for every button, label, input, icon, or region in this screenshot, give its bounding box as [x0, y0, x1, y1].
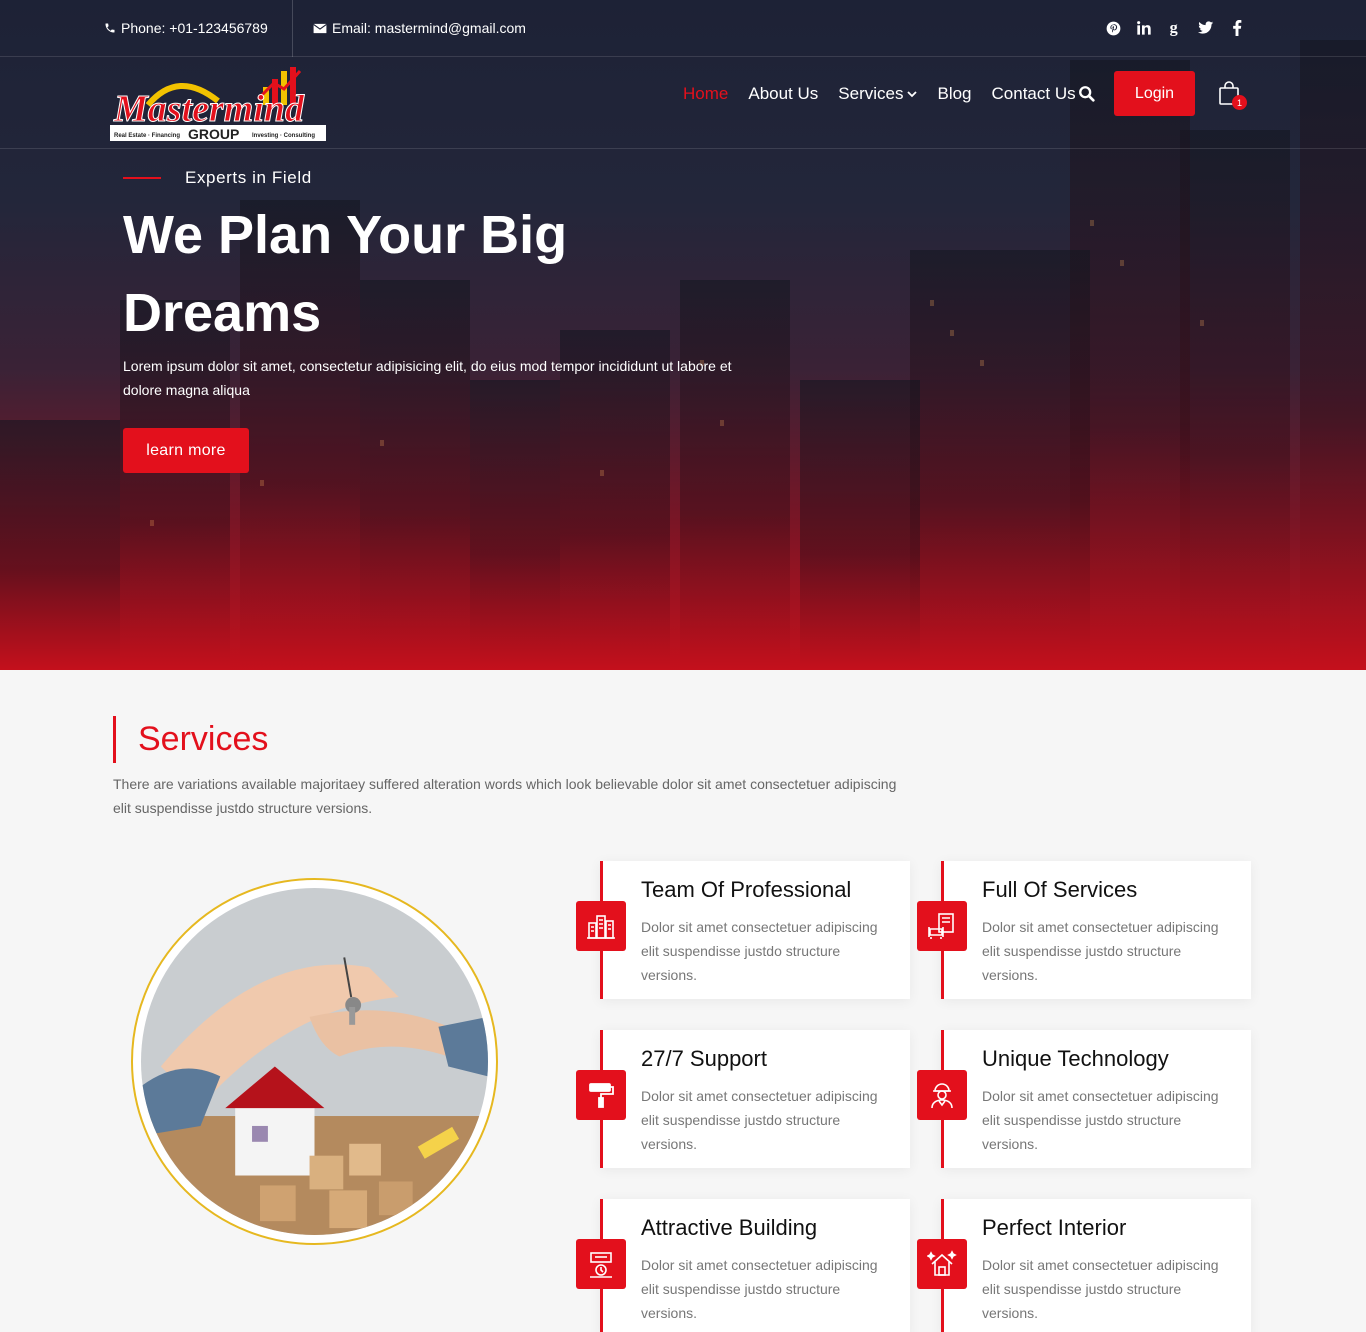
- buildings-icon: [587, 915, 615, 939]
- svg-text:Investing · Consulting: Investing · Consulting: [252, 133, 315, 139]
- service-icon-box: [576, 1239, 626, 1289]
- envelope-icon: [313, 23, 327, 33]
- hero-content: Experts in Field We Plan Your Big Dreams…: [123, 168, 763, 473]
- top-contact-bar: Phone: +01-123456789 Email: mastermind@g…: [0, 0, 1366, 57]
- social-links: g: [1104, 18, 1246, 38]
- nav-blog[interactable]: Blog: [937, 84, 971, 104]
- services-photo-frame: [131, 878, 498, 1245]
- house-sparkle-icon: [927, 1250, 957, 1276]
- worker-icon: [931, 1083, 953, 1109]
- mastermind-group-logo[interactable]: Mastermind Real Estate · Financing GROUP…: [108, 65, 328, 141]
- service-card-text: Dolor sit amet consectetuer adipiscing e…: [641, 1257, 878, 1321]
- login-button[interactable]: Login: [1114, 71, 1195, 116]
- service-card-full-of-services[interactable]: Full Of Services Dolor sit amet consecte…: [917, 861, 1251, 999]
- service-icon-box: [917, 901, 967, 951]
- eyebrow-accent-line: [123, 177, 161, 179]
- hero-eyebrow: Experts in Field: [123, 168, 763, 188]
- nav-contact-us[interactable]: Contact Us: [992, 84, 1076, 104]
- services-title: Services: [138, 720, 269, 758]
- pinterest-icon[interactable]: [1104, 18, 1122, 38]
- service-card-text: Dolor sit amet consectetuer adipiscing e…: [982, 919, 1219, 983]
- google-plus-icon[interactable]: g: [1166, 18, 1184, 38]
- service-card-attractive-building[interactable]: Attractive Building Dolor sit amet conse…: [576, 1199, 910, 1332]
- service-card-text: Dolor sit amet consectetuer adipiscing e…: [982, 1088, 1219, 1152]
- phone-text: Phone: +01-123456789: [121, 20, 268, 36]
- services-heading: Services: [113, 716, 268, 763]
- nav-home[interactable]: Home: [683, 84, 728, 104]
- main-navbar: Mastermind Real Estate · Financing GROUP…: [0, 57, 1366, 149]
- svg-text:g: g: [1170, 19, 1178, 37]
- phone-contact[interactable]: Phone: +01-123456789: [104, 20, 268, 36]
- topbar-divider: [292, 0, 293, 57]
- svg-text:Mastermind: Mastermind: [113, 88, 305, 130]
- linkedin-icon[interactable]: [1135, 18, 1153, 38]
- service-card-team-of-professional[interactable]: Team Of Professional Dolor sit amet cons…: [576, 861, 910, 999]
- service-card-support[interactable]: 27/7 Support Dolor sit amet consectetuer…: [576, 1030, 910, 1168]
- services-description: There are variations available majoritae…: [113, 776, 897, 816]
- cart-button[interactable]: 1: [1218, 81, 1248, 111]
- hero-section: Phone: +01-123456789 Email: mastermind@g…: [0, 0, 1366, 670]
- facebook-icon[interactable]: [1228, 18, 1246, 38]
- email-text: Email: mastermind@gmail.com: [332, 20, 526, 36]
- service-icon-box: [576, 1070, 626, 1120]
- search-icon[interactable]: [1078, 85, 1096, 103]
- service-card-text: Dolor sit amet consectetuer adipiscing e…: [982, 1257, 1219, 1321]
- nav-services[interactable]: Services: [838, 84, 918, 104]
- cart-count-badge: 1: [1232, 95, 1247, 110]
- service-card-text: Dolor sit amet consectetuer adipiscing e…: [641, 919, 878, 983]
- service-icon-box: [917, 1070, 967, 1120]
- sofa-icon: [928, 913, 954, 939]
- service-card-title: Perfect Interior: [982, 1215, 1127, 1240]
- svg-text:GROUP: GROUP: [188, 126, 239, 141]
- blueprint-icon: [590, 1252, 612, 1278]
- phone-icon: [105, 23, 115, 33]
- primary-menu: Home About Us Services Blog Contact Us: [683, 83, 1076, 105]
- nav-services-label: Services: [838, 84, 904, 103]
- hero-description: Lorem ipsum dolor sit amet, consectetur …: [123, 358, 732, 398]
- key-handover-photo: [141, 888, 488, 1235]
- service-icon-box: [576, 901, 626, 951]
- nav-about-us[interactable]: About Us: [748, 84, 818, 104]
- hero-title: We Plan Your Big Dreams: [123, 205, 568, 343]
- service-card-title: Team Of Professional: [641, 877, 852, 902]
- learn-more-button[interactable]: learn more: [123, 428, 249, 473]
- service-card-title: 27/7 Support: [641, 1046, 767, 1071]
- service-card-title: Attractive Building: [641, 1215, 818, 1240]
- svg-text:Real Estate · Financing: Real Estate · Financing: [114, 133, 180, 139]
- service-card-title: Unique Technology: [982, 1046, 1169, 1071]
- services-section: Services There are variations available …: [0, 670, 1366, 1332]
- paint-roller-icon: [589, 1083, 614, 1108]
- service-icon-box: [917, 1239, 967, 1289]
- email-contact[interactable]: Email: mastermind@gmail.com: [313, 20, 526, 36]
- service-card-title: Full Of Services: [982, 877, 1138, 902]
- service-card-unique-technology[interactable]: Unique Technology Dolor sit amet consect…: [917, 1030, 1251, 1168]
- twitter-icon[interactable]: [1197, 18, 1215, 38]
- hero-eyebrow-text: Experts in Field: [185, 168, 312, 187]
- service-card-perfect-interior[interactable]: Perfect Interior Dolor sit amet consecte…: [917, 1199, 1251, 1332]
- service-card-text: Dolor sit amet consectetuer adipiscing e…: [641, 1088, 878, 1152]
- chevron-down-icon: [907, 90, 918, 97]
